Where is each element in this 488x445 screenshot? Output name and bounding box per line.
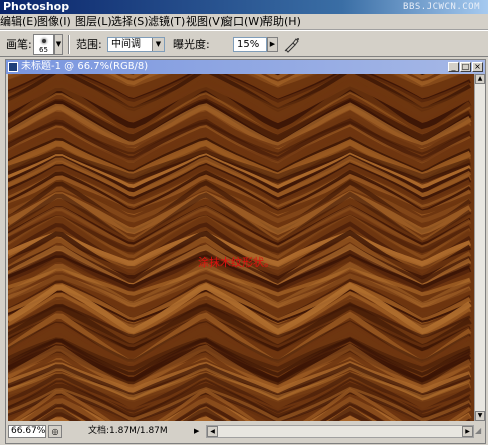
- close-button[interactable]: ×: [472, 62, 483, 72]
- options-separator: [68, 35, 70, 54]
- app-title: Photoshop: [3, 0, 70, 13]
- canvas-annotation: 涂抹木纹形状。: [198, 256, 275, 269]
- menu-select[interactable]: 选择(S): [111, 15, 149, 29]
- resize-grip-icon[interactable]: ◢: [475, 426, 485, 438]
- range-select[interactable]: 中间调 ▼: [107, 37, 165, 52]
- exposure-input[interactable]: 15%: [233, 37, 267, 52]
- exposure-value: 15%: [237, 39, 260, 50]
- menu-window[interactable]: 窗口(W): [222, 15, 263, 29]
- chevron-down-icon: ▼: [152, 38, 164, 51]
- navigator-icon[interactable]: ◎: [48, 425, 62, 438]
- document-title-bar[interactable]: 未标题-1 @ 66.7%(RGB/8) _ □ ×: [6, 60, 485, 74]
- brush-tip-icon: [42, 39, 46, 43]
- menu-view[interactable]: 视图(V): [186, 15, 224, 29]
- menu-layer[interactable]: 图层(L): [75, 15, 112, 29]
- status-menu-arrow-icon[interactable]: ▶: [194, 425, 204, 438]
- menu-bar: 编辑(E) 图像(I) 图层(L) 选择(S) 滤镜(T) 视图(V) 窗口(W…: [0, 14, 488, 30]
- status-bar: 66.67% ◎ 文档:1.87M/1.87M ▶ ◀ ▶ ◢: [6, 422, 485, 443]
- scroll-down-button[interactable]: ▼: [475, 411, 485, 421]
- document-title: 未标题-1 @ 66.7%(RGB/8): [21, 61, 149, 72]
- menu-help[interactable]: 帮助(H): [262, 15, 301, 29]
- exposure-slider-button[interactable]: ▶: [267, 37, 278, 52]
- range-value: 中间调: [111, 39, 141, 50]
- document-canvas[interactable]: 涂抹木纹形状。: [8, 74, 474, 421]
- document-info: 文档:1.87M/1.87M: [88, 426, 168, 436]
- scroll-right-button[interactable]: ▶: [462, 426, 473, 437]
- exposure-label: 曝光度:: [173, 38, 210, 51]
- app-title-bar: Photoshop BBS.JCWCN.COM: [0, 0, 488, 14]
- wood-grain-image: [8, 74, 474, 421]
- zoom-field[interactable]: 66.67%: [8, 425, 46, 438]
- menu-image[interactable]: 图像(I): [37, 15, 71, 29]
- brush-dropdown-button[interactable]: ▼: [54, 34, 63, 55]
- brush-preset-picker[interactable]: 65: [33, 34, 54, 55]
- range-label: 范围:: [76, 38, 102, 51]
- photoshop-doc-icon: [8, 62, 18, 72]
- menu-edit[interactable]: 编辑(E): [0, 15, 38, 29]
- watermark: BBS.JCWCN.COM: [403, 2, 480, 12]
- airbrush-icon[interactable]: [283, 36, 301, 53]
- maximize-button[interactable]: □: [460, 62, 471, 72]
- brush-size: 65: [39, 46, 48, 54]
- horizontal-scrollbar[interactable]: ◀ ▶: [206, 425, 474, 438]
- options-bar: 画笔: 65 ▼ 范围: 中间调 ▼ 曝光度: 15% ▶: [0, 30, 488, 57]
- brush-label: 画笔:: [6, 38, 32, 51]
- document-window: 未标题-1 @ 66.7%(RGB/8) _ □ × 涂抹木纹形状。 ▲ ▼ 6…: [5, 59, 486, 444]
- vertical-scrollbar[interactable]: ▲ ▼: [474, 74, 485, 421]
- minimize-button[interactable]: _: [448, 62, 459, 72]
- menu-filter[interactable]: 滤镜(T): [148, 15, 185, 29]
- scroll-up-button[interactable]: ▲: [475, 74, 485, 84]
- scroll-left-button[interactable]: ◀: [207, 426, 218, 437]
